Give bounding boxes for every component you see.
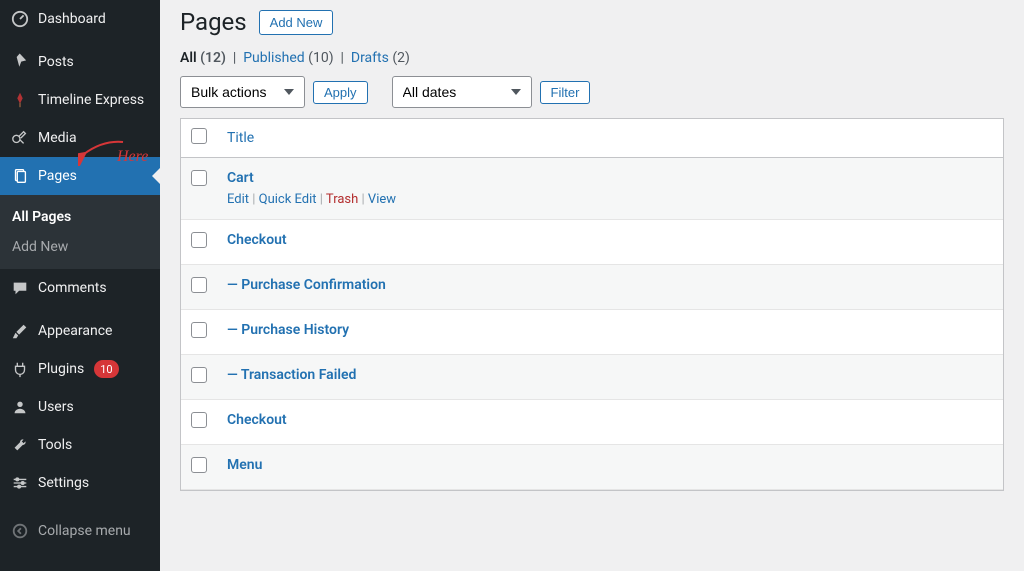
status-filter-links: All (12) | Published (10) | Drafts (2) bbox=[180, 50, 1004, 66]
nav-label: Timeline Express bbox=[38, 92, 144, 108]
add-new-button[interactable]: Add New bbox=[259, 10, 334, 35]
sidebar-item-posts[interactable]: Posts bbox=[0, 43, 160, 81]
nav-label: Media bbox=[38, 130, 77, 146]
sidebar-item-settings[interactable]: Settings bbox=[0, 464, 160, 502]
sidebar-item-users[interactable]: Users bbox=[0, 388, 160, 426]
nav-label: Dashboard bbox=[38, 11, 106, 27]
row-checkbox[interactable] bbox=[191, 322, 207, 338]
sidebar-item-dashboard[interactable]: Dashboard bbox=[0, 0, 160, 38]
row-title-link[interactable]: — Purchase History bbox=[227, 322, 349, 338]
filter-all[interactable]: All (12) bbox=[180, 50, 226, 66]
row-title-link[interactable]: Cart bbox=[227, 170, 254, 186]
table-row: Checkout bbox=[181, 220, 1003, 265]
nav-label: Tools bbox=[38, 437, 72, 453]
apply-button[interactable]: Apply bbox=[313, 81, 368, 104]
row-title-link[interactable]: Checkout bbox=[227, 412, 287, 428]
action-edit[interactable]: Edit bbox=[227, 192, 249, 207]
nav-label: Pages bbox=[38, 168, 77, 184]
nav-label: Posts bbox=[38, 54, 74, 70]
plug-icon bbox=[10, 359, 30, 379]
action-view[interactable]: View bbox=[368, 192, 396, 207]
sidebar-item-pages[interactable]: Pages bbox=[0, 157, 160, 195]
nav-label: Plugins bbox=[38, 361, 84, 377]
action-quick-edit[interactable]: Quick Edit bbox=[259, 192, 317, 207]
pages-table: Title Cart Edit | Quick Edit | Trash | Vi… bbox=[180, 118, 1004, 491]
user-icon bbox=[10, 397, 30, 417]
column-title-header[interactable]: Title bbox=[227, 130, 254, 146]
sliders-icon bbox=[10, 473, 30, 493]
sidebar-subitem-all-pages[interactable]: All Pages bbox=[0, 202, 160, 232]
row-checkbox[interactable] bbox=[191, 170, 207, 186]
date-filter-select[interactable]: All dates bbox=[392, 76, 532, 108]
timeline-icon bbox=[10, 90, 30, 110]
filter-published[interactable]: Published (10) bbox=[243, 50, 333, 66]
sidebar-collapse[interactable]: Collapse menu bbox=[0, 512, 160, 550]
nav-label: Collapse menu bbox=[38, 523, 131, 539]
nav-label: Settings bbox=[38, 475, 89, 491]
sidebar-item-timeline[interactable]: Timeline Express bbox=[0, 81, 160, 119]
row-checkbox[interactable] bbox=[191, 367, 207, 383]
row-checkbox[interactable] bbox=[191, 412, 207, 428]
media-icon bbox=[10, 128, 30, 148]
main-content: Pages Add New All (12) | Published (10) … bbox=[160, 0, 1024, 571]
collapse-icon bbox=[10, 521, 30, 541]
sidebar-item-tools[interactable]: Tools bbox=[0, 426, 160, 464]
row-title-link[interactable]: Checkout bbox=[227, 232, 287, 248]
page-title: Pages bbox=[180, 8, 247, 36]
dashboard-icon bbox=[10, 9, 30, 29]
nav-label: Appearance bbox=[38, 323, 112, 339]
sidebar-subitem-add-new[interactable]: Add New bbox=[0, 232, 160, 262]
row-title-link[interactable]: Menu bbox=[227, 457, 262, 473]
sidebar-item-plugins[interactable]: Plugins 10 bbox=[0, 350, 160, 388]
brush-icon bbox=[10, 321, 30, 341]
pages-icon bbox=[10, 166, 30, 186]
action-trash[interactable]: Trash bbox=[326, 192, 358, 207]
admin-sidebar: Dashboard Posts Timeline Express Media P… bbox=[0, 0, 160, 571]
table-row: Cart Edit | Quick Edit | Trash | View bbox=[181, 158, 1003, 220]
sidebar-item-appearance[interactable]: Appearance bbox=[0, 312, 160, 350]
row-title-link[interactable]: — Purchase Confirmation bbox=[227, 277, 386, 293]
nav-label: Users bbox=[38, 399, 74, 415]
bulk-actions-select[interactable]: Bulk actions bbox=[180, 76, 305, 108]
row-checkbox[interactable] bbox=[191, 457, 207, 473]
sidebar-submenu-pages: All Pages Add New bbox=[0, 195, 160, 269]
pin-icon bbox=[10, 52, 30, 72]
filter-drafts[interactable]: Drafts (2) bbox=[351, 50, 410, 66]
row-actions: Edit | Quick Edit | Trash | View bbox=[227, 192, 993, 207]
row-checkbox[interactable] bbox=[191, 277, 207, 293]
table-row: — Transaction Failed bbox=[181, 355, 1003, 400]
wrench-icon bbox=[10, 435, 30, 455]
sidebar-item-media[interactable]: Media bbox=[0, 119, 160, 157]
comment-icon bbox=[10, 278, 30, 298]
select-all-checkbox[interactable] bbox=[191, 128, 207, 144]
table-row: Checkout bbox=[181, 400, 1003, 445]
table-row: — Purchase History bbox=[181, 310, 1003, 355]
sidebar-item-comments[interactable]: Comments bbox=[0, 269, 160, 307]
nav-label: Comments bbox=[38, 280, 107, 296]
row-checkbox[interactable] bbox=[191, 232, 207, 248]
table-row: — Purchase Confirmation bbox=[181, 265, 1003, 310]
filter-button[interactable]: Filter bbox=[540, 81, 591, 104]
row-title-link[interactable]: — Transaction Failed bbox=[227, 367, 356, 383]
table-row: Menu bbox=[181, 445, 1003, 490]
plugin-update-badge: 10 bbox=[94, 360, 118, 378]
